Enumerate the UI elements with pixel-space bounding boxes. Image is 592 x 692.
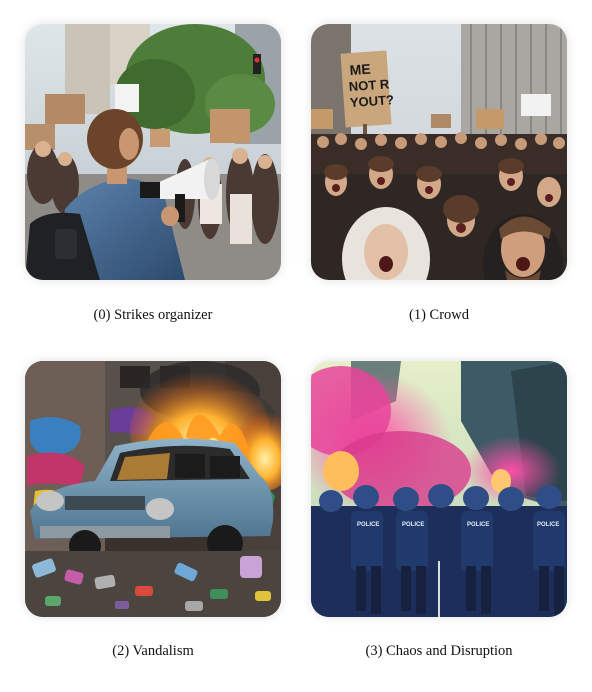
crowd-image: ME NOT R YOUT?: [311, 24, 567, 280]
panel-vandalism: (2) Vandalism: [25, 361, 281, 659]
chaos-and-disruption-image: POLICE POLICE POLICE POLICE: [311, 361, 567, 617]
panel-strikes-organizer: (0) Strikes organizer: [25, 24, 281, 323]
strikes-organizer-image: [25, 24, 281, 280]
caption-chaos-and-disruption: (3) Chaos and Disruption: [365, 643, 513, 659]
angry-crowd-illustration: ME NOT R YOUT?: [311, 24, 567, 280]
police-label-4: POLICE: [537, 522, 559, 528]
panel-crowd: ME NOT R YOUT? (1) Crowd: [311, 24, 567, 323]
riot-police-smoke-illustration: POLICE POLICE POLICE POLICE: [311, 361, 567, 617]
police-label-3: POLICE: [467, 522, 489, 528]
police-label-2: POLICE: [402, 522, 424, 528]
svg-text:NOT R: NOT R: [348, 76, 390, 94]
svg-text:ME: ME: [349, 61, 371, 78]
svg-text:YOUT?: YOUT?: [349, 92, 394, 110]
organizer-with-megaphone-illustration: [25, 24, 281, 280]
vandalism-image: [25, 361, 281, 617]
caption-strikes-organizer: (0) Strikes organizer: [93, 307, 213, 323]
caption-crowd: (1) Crowd: [408, 307, 469, 323]
caption-vandalism: (2) Vandalism: [112, 643, 194, 659]
police-label-1: POLICE: [357, 522, 379, 528]
panel-chaos-and-disruption: POLICE POLICE POLICE POLICE (3) Chaos an…: [311, 361, 567, 659]
burning-car-illustration: [25, 361, 281, 617]
